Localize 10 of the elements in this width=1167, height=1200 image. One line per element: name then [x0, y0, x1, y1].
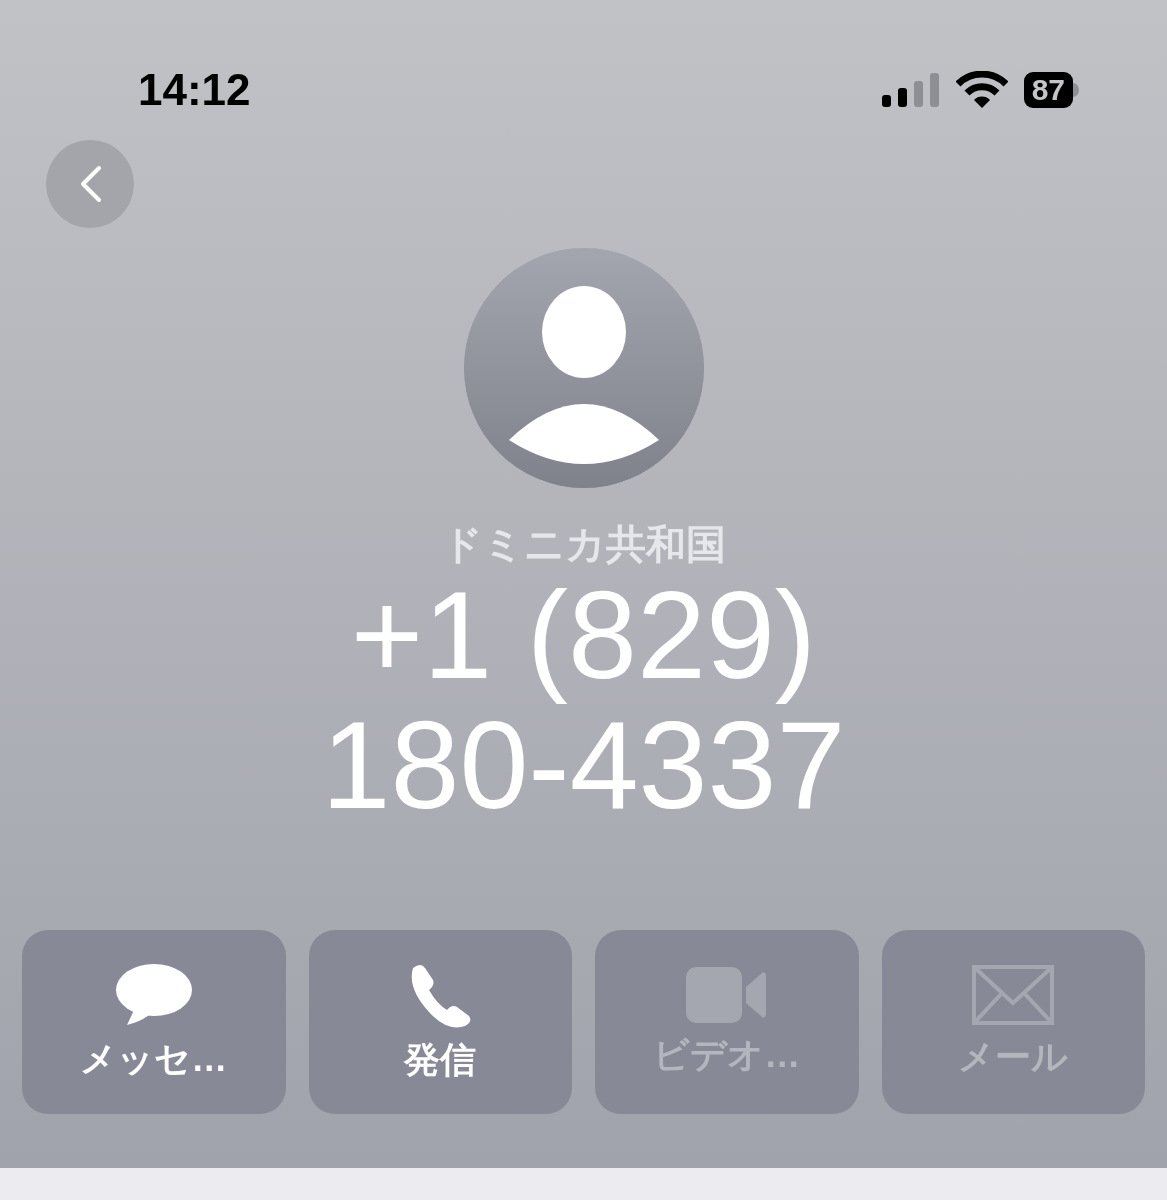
envelope-icon	[972, 965, 1055, 1025]
video-camera-icon	[685, 967, 768, 1023]
message-action-button[interactable]: メッセ…	[22, 930, 286, 1114]
battery-tip-icon	[1073, 83, 1079, 97]
message-icon	[114, 963, 193, 1027]
battery-level: 87	[1023, 72, 1073, 108]
call-action-button[interactable]: 発信	[308, 930, 572, 1114]
wifi-icon	[955, 71, 1008, 109]
signal-icon	[881, 73, 940, 107]
clock-time: 14:12	[138, 64, 251, 116]
